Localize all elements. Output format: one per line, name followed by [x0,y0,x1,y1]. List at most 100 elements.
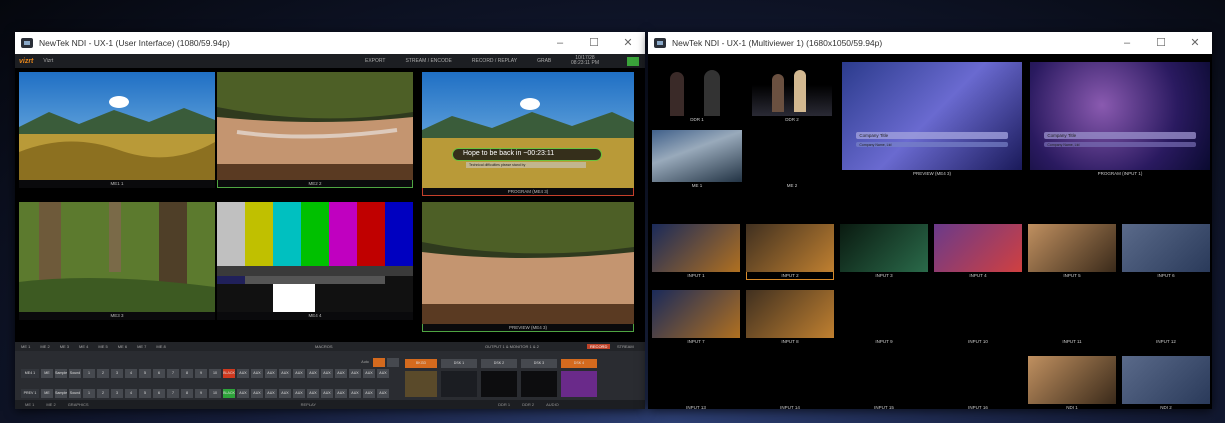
mv-source-13[interactable]: INPUT 13 [652,356,740,409]
source-button[interactable]: BLACK [223,389,235,398]
title-bar[interactable]: NewTek NDI - UX-1 (Multiviewer 1) (1680x… [648,32,1212,54]
mv-program[interactable]: Company Title Company Name, Ltd PROGRAM … [1030,62,1210,178]
source-button[interactable]: 3 [111,369,123,378]
mv-ddr2[interactable]: DDR 2 [752,64,832,124]
mv-ddr1[interactable]: DDR 1 [652,64,742,124]
source-button[interactable]: 8 [181,389,193,398]
source-button[interactable]: AUX [279,369,291,378]
source-button[interactable]: 4 [125,389,137,398]
source-button[interactable]: 3 [111,389,123,398]
close-button[interactable]: ✕ [1178,32,1212,54]
source-button[interactable]: ME [41,369,53,378]
tab-dsk1[interactable]: DSK 1 [441,359,477,368]
source-button[interactable]: 9 [195,369,207,378]
monitor-program[interactable]: Hope to be back in ~00:23:11 Technical d… [422,72,634,196]
source-button[interactable]: AUX [335,389,347,398]
tab-bottom-me2[interactable]: ME 2 [46,402,55,407]
source-button[interactable]: AUX [349,369,361,378]
source-button[interactable]: BLACK [223,369,235,378]
mv-source-1[interactable]: INPUT 1 [652,224,740,280]
mv-source-4[interactable]: INPUT 4 [934,224,1022,280]
exit-icon[interactable] [627,56,639,66]
transition-thumb-1[interactable] [405,371,437,397]
mv-me2[interactable]: ME 2 [752,130,832,190]
source-button[interactable]: 4 [125,369,137,378]
mv-source-11[interactable]: INPUT 11 [1028,290,1116,346]
source-button[interactable]: Sound [69,369,81,378]
tab-bkgd[interactable]: BKGD [405,359,437,368]
monitor-me2[interactable]: ME2 2 [217,72,413,188]
mv-source-15[interactable]: INPUT 15 [840,356,928,409]
source-button[interactable]: 5 [139,369,151,378]
mv-source-10[interactable]: INPUT 10 [934,290,1022,346]
tab-me7[interactable]: ME 7 [137,344,146,349]
mv-source-7[interactable]: INPUT 7 [652,290,740,346]
tab-dsk2[interactable]: DSK 2 [481,359,517,368]
tab-me6[interactable]: ME 6 [118,344,127,349]
minimize-button[interactable]: – [543,32,577,54]
session-name[interactable]: Vizrt [43,58,53,64]
source-button[interactable]: AUX [293,369,305,378]
mv-source-2[interactable]: INPUT 2 [746,224,834,280]
source-button[interactable]: 1 [83,389,95,398]
source-button[interactable]: AUX [251,369,263,378]
source-button[interactable]: AUX [237,389,249,398]
source-button[interactable]: 7 [167,389,179,398]
source-button[interactable]: 6 [153,389,165,398]
close-button[interactable]: ✕ [611,32,645,54]
source-button[interactable]: 1 [83,369,95,378]
source-button[interactable]: AUX [265,389,277,398]
source-button[interactable]: 10 [209,389,221,398]
take-button[interactable] [387,358,399,367]
source-button[interactable]: AUX [349,389,361,398]
source-button[interactable]: AUX [363,389,375,398]
mv-source-12[interactable]: INPUT 12 [1122,290,1210,346]
tab-me4[interactable]: ME 4 [79,344,88,349]
mv-source-5[interactable]: INPUT 5 [1028,224,1116,280]
tab-me3[interactable]: ME 3 [60,344,69,349]
source-button[interactable]: AUX [307,389,319,398]
maximize-button[interactable]: ☐ [577,32,611,54]
source-button[interactable]: ME [41,389,53,398]
transition-thumb-5[interactable] [561,371,597,397]
source-button[interactable]: AUX [237,369,249,378]
tab-me8[interactable]: ME 8 [156,344,165,349]
tab-me2[interactable]: ME 2 [40,344,49,349]
mv-source-16[interactable]: INPUT 16 [934,356,1022,409]
output-label[interactable]: OUTPUT 1 & MONITOR 1 & 2 [485,344,539,349]
menu-grab[interactable]: GRAB [537,58,551,64]
auto-button[interactable] [373,358,385,367]
source-button[interactable]: 5 [139,389,151,398]
monitor-preview[interactable]: PREVIEW (ME4 3) [422,202,634,332]
source-button[interactable]: 8 [181,369,193,378]
transition-thumb-4[interactable] [521,371,557,397]
monitor-me4[interactable]: ME4 4 [217,202,413,320]
mv-source-17[interactable]: NDI 1 [1028,356,1116,409]
source-button[interactable]: AUX [293,389,305,398]
transition-thumb-3[interactable] [481,371,517,397]
source-button[interactable]: Sample [55,369,67,378]
source-button[interactable]: 9 [195,389,207,398]
minimize-button[interactable]: – [1110,32,1144,54]
record-button[interactable]: RECORD [587,344,611,349]
maximize-button[interactable]: ☐ [1144,32,1178,54]
monitor-me1[interactable]: ME1 1 [19,72,215,188]
source-button[interactable]: 7 [167,369,179,378]
mv-me1[interactable]: ME 1 [652,130,742,190]
source-button[interactable]: AUX [321,369,333,378]
menu-record[interactable]: RECORD / REPLAY [472,58,517,64]
source-button[interactable]: AUX [363,369,375,378]
source-button[interactable]: AUX [265,369,277,378]
menu-export[interactable]: EXPORT [365,58,385,64]
source-button[interactable]: AUX [251,389,263,398]
stream-button[interactable]: STREAM [617,344,634,349]
source-button[interactable]: AUX [321,389,333,398]
source-button[interactable]: AUX [307,369,319,378]
tab-ddr1[interactable]: DDR 1 [498,402,510,407]
monitor-me3[interactable]: ME3 3 [19,202,215,320]
mv-source-6[interactable]: INPUT 6 [1122,224,1210,280]
tab-replay[interactable]: REPLAY [301,402,317,407]
mv-source-8[interactable]: INPUT 8 [746,290,834,346]
mv-source-9[interactable]: INPUT 9 [840,290,928,346]
source-button[interactable]: 2 [97,389,109,398]
